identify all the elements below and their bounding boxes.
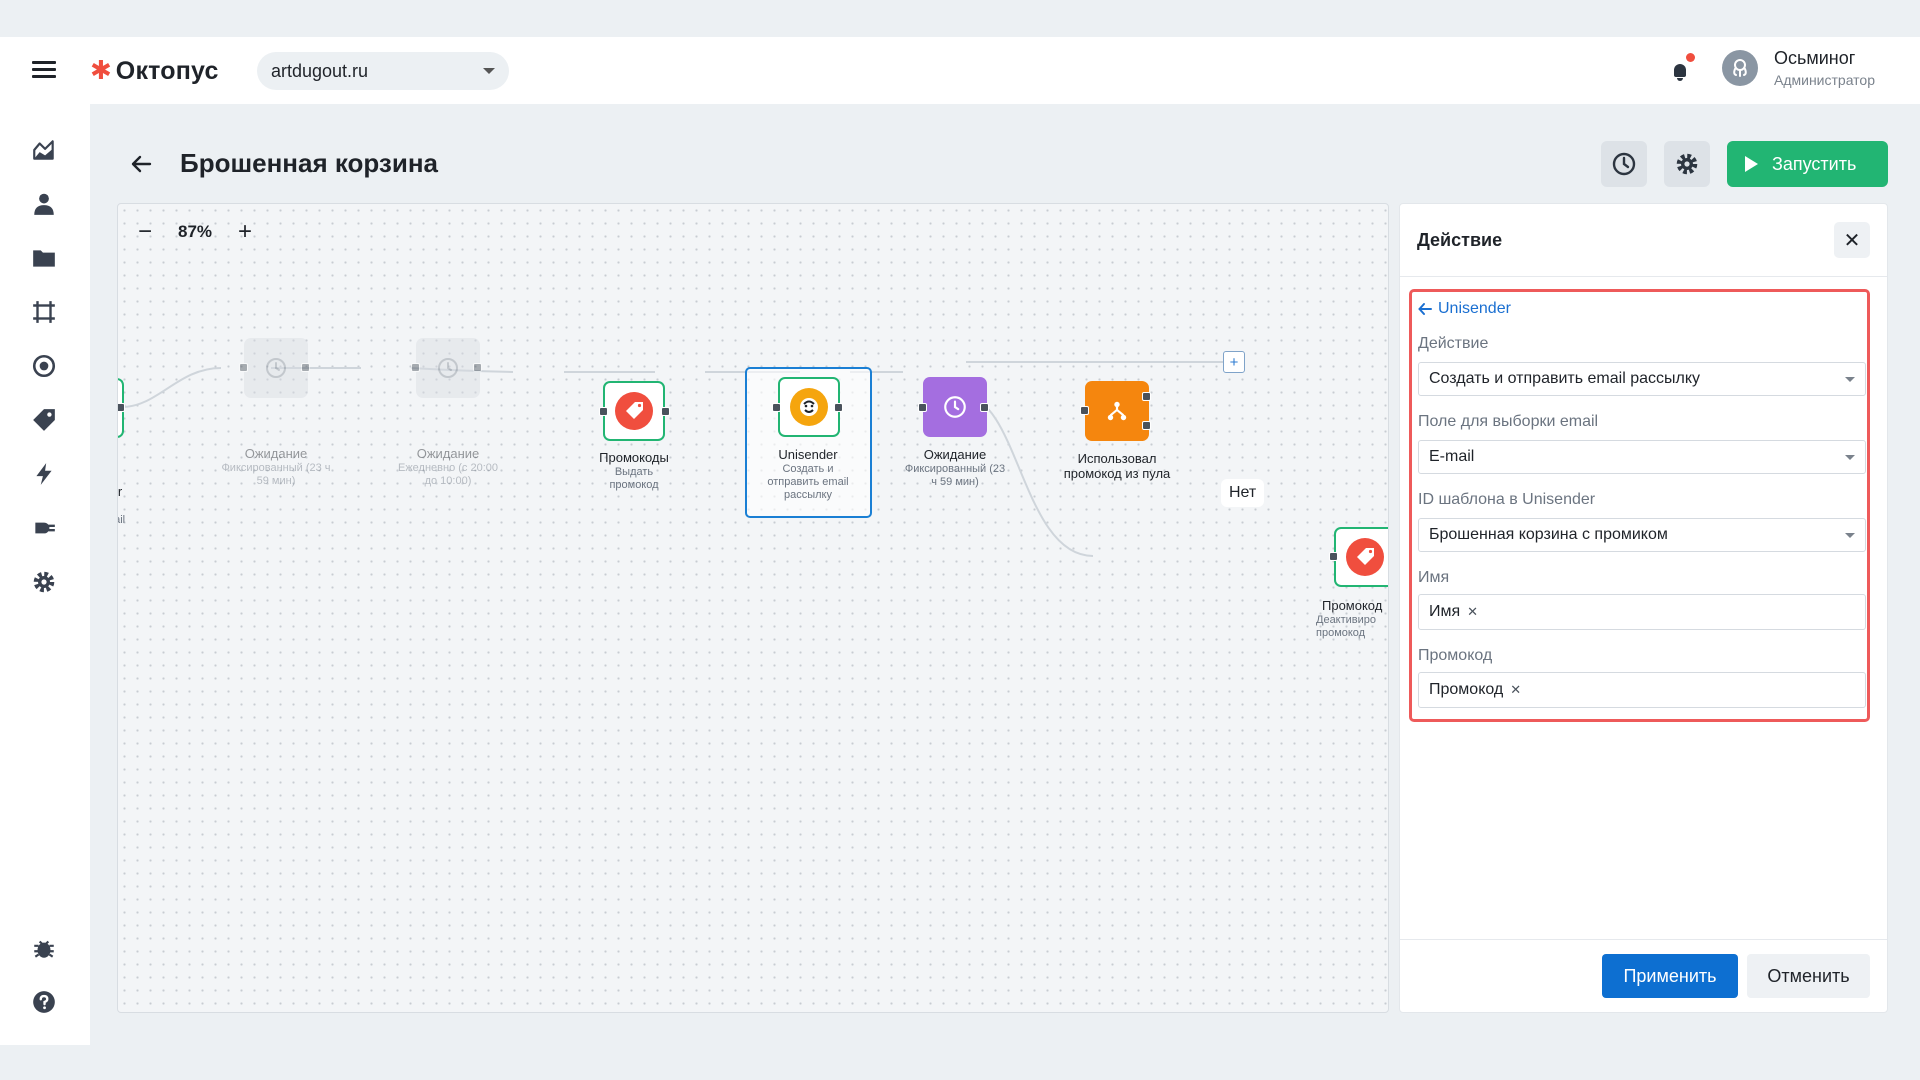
email-field-label: Поле для выборки email (1418, 413, 1599, 430)
history-button[interactable] (1601, 141, 1647, 187)
chevron-down-icon (1845, 454, 1855, 460)
tag-icon (1346, 538, 1384, 576)
name-chip: Имя ✕ (1429, 603, 1479, 620)
logo[interactable]: ✱ Октопус (90, 55, 219, 87)
remove-chip-icon[interactable]: ✕ (1510, 682, 1521, 698)
user-name[interactable]: Осьминог (1774, 48, 1855, 69)
clock-icon (438, 358, 458, 378)
bug-icon[interactable] (30, 934, 58, 962)
logo-text: Октопус (115, 56, 219, 85)
segments-icon[interactable] (30, 298, 58, 326)
plug-icon[interactable] (30, 514, 58, 542)
user-role: Администратор (1774, 72, 1876, 88)
add-node-icon[interactable]: + (1223, 351, 1245, 373)
apply-button[interactable]: Применить (1602, 954, 1738, 998)
promo-input[interactable]: Промокод ✕ (1418, 672, 1866, 708)
name-input[interactable]: Имя ✕ (1418, 594, 1866, 630)
gear-icon (1676, 153, 1698, 175)
sidebar (0, 104, 90, 1045)
promo-label: Промокод (1418, 647, 1493, 664)
action-label: Действие (1418, 335, 1489, 352)
clock-icon (266, 358, 286, 378)
domain-value: artdugout.ru (271, 60, 369, 81)
top-bar: ✱ Октопус artdugout.ru Осьминог Админист… (0, 37, 1920, 104)
workflow-canvas[interactable]: − 87% + r nail Ожидание Фиксированный (2… (117, 203, 1389, 1013)
branch-icon (1107, 401, 1127, 421)
promo-chip: Промокод ✕ (1429, 681, 1522, 698)
settings-button[interactable] (1664, 141, 1710, 187)
target-icon[interactable] (30, 352, 58, 380)
branch-label-no: Нет (1221, 479, 1265, 507)
run-button[interactable]: Запустить (1727, 141, 1888, 187)
page-title: Брошенная корзина (180, 148, 439, 178)
logo-mark-icon: ✱ (90, 56, 112, 86)
template-id-label: ID шаблона в Unisender (1418, 491, 1596, 508)
lightning-icon[interactable] (30, 460, 58, 488)
help-icon[interactable] (30, 988, 58, 1016)
play-icon (1745, 156, 1758, 172)
arrow-left-icon (1418, 303, 1432, 315)
name-label: Имя (1418, 569, 1450, 586)
user-icon[interactable] (30, 190, 58, 218)
clock-icon (944, 396, 966, 418)
chevron-down-icon (1845, 376, 1855, 382)
domain-select[interactable]: artdugout.ru (257, 52, 509, 90)
analytics-icon[interactable] (30, 136, 58, 164)
remove-chip-icon[interactable]: ✕ (1467, 604, 1478, 620)
cancel-button[interactable]: Отменить (1747, 954, 1870, 998)
close-icon[interactable]: ✕ (1834, 222, 1870, 258)
connections (121, 361, 1223, 557)
panel-title: Действие (1417, 230, 1503, 250)
back-to-integration-link[interactable]: Unisender (1418, 300, 1511, 318)
back-arrow-icon[interactable] (126, 149, 156, 179)
folder-icon[interactable] (30, 244, 58, 272)
action-panel: Действие ✕ Unisender Действие Создать и … (1399, 203, 1888, 1013)
menu-icon[interactable] (32, 61, 56, 79)
clock-icon (1612, 152, 1636, 176)
action-select[interactable]: Создать и отправить email рассылку (1418, 362, 1866, 396)
template-id-select[interactable]: Брошенная корзина с промиком (1418, 518, 1866, 552)
avatar[interactable] (1722, 50, 1758, 86)
chevron-down-icon (483, 68, 495, 74)
tag-icon (615, 392, 653, 430)
email-field-select[interactable]: E-mail (1418, 440, 1866, 474)
octopus-icon (1733, 59, 1747, 77)
unisender-logo-icon (790, 388, 828, 426)
tag-icon[interactable] (30, 406, 58, 434)
bell-icon[interactable] (1670, 53, 1695, 83)
settings-icon[interactable] (30, 568, 58, 596)
run-button-label: Запустить (1772, 153, 1857, 174)
chevron-down-icon (1845, 532, 1855, 538)
notification-dot (1686, 53, 1695, 62)
